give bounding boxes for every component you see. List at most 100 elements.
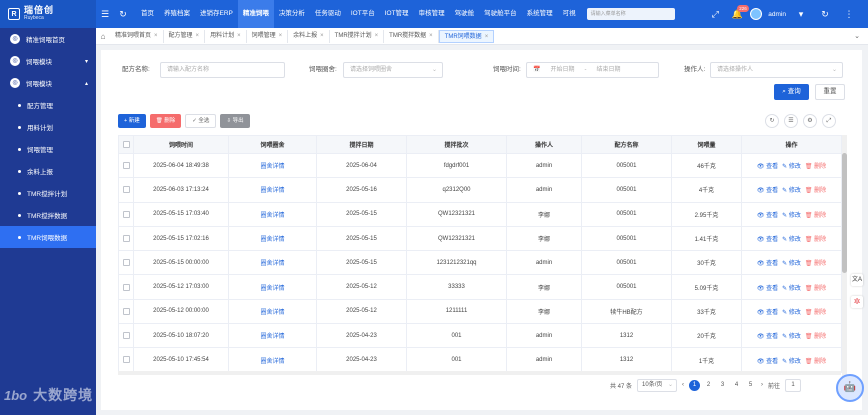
avatar[interactable] <box>750 8 763 20</box>
close-icon[interactable]: × <box>320 33 324 39</box>
page-number[interactable]: 3 <box>717 380 728 391</box>
edit-button[interactable]: ✎ 修改 <box>782 234 801 243</box>
delete-row-button[interactable]: 🗑 删除 <box>805 185 826 194</box>
notification-bell-icon[interactable]: 🔔 226 <box>730 4 749 20</box>
delete-row-button[interactable]: 🗑 删除 <box>805 161 826 170</box>
add-button[interactable]: + 新建 <box>118 114 146 128</box>
nav-item[interactable]: 决策分析 <box>274 0 310 28</box>
fullscreen-icon[interactable]: ⤢ <box>822 114 836 128</box>
barn-detail-link[interactable]: 圈舍详情 <box>260 359 284 365</box>
query-button[interactable]: ⌕ 查询 <box>774 84 809 100</box>
chevron-down-icon[interactable]: ▾ <box>792 9 810 20</box>
edit-button[interactable]: ✎ 修改 <box>782 283 801 292</box>
edit-button[interactable]: ✎ 修改 <box>782 185 801 194</box>
app-logo[interactable]: R 瑞倍创 Ruybeca <box>0 0 96 28</box>
barn-detail-link[interactable]: 圈舍详情 <box>260 261 284 267</box>
row-checkbox[interactable] <box>122 307 130 315</box>
close-icon[interactable]: × <box>429 33 433 39</box>
view-button[interactable]: 👁 查看 <box>757 307 778 316</box>
nav-item[interactable]: IOT管理 <box>380 0 414 28</box>
chevron-down-icon[interactable]: ⌄ <box>854 32 860 40</box>
nav-item[interactable]: 首页 <box>136 0 159 28</box>
barn-select[interactable]: 请选择饲喂圈舍 ⌄ <box>343 62 443 78</box>
row-checkbox[interactable] <box>122 186 130 194</box>
tab[interactable]: 用料计划 × <box>205 29 247 43</box>
row-checkbox[interactable] <box>122 259 130 267</box>
view-button[interactable]: 👁 查看 <box>757 161 778 170</box>
menu-search-input[interactable]: 请输入菜单名称 <box>586 8 675 20</box>
page-number[interactable]: 4 <box>731 380 742 391</box>
tab[interactable]: 精准饲喂首页 × <box>110 29 164 43</box>
date-range-picker[interactable]: 📅 开始日期 - 结束日期 <box>526 62 659 78</box>
select-all-button[interactable]: ✓ 全选 <box>185 114 217 128</box>
vertical-scrollbar[interactable] <box>842 135 847 379</box>
view-button[interactable]: 👁 查看 <box>757 331 778 340</box>
close-icon[interactable]: × <box>279 33 283 39</box>
settings-icon[interactable]: ⚙ <box>803 114 817 128</box>
view-button[interactable]: 👁 查看 <box>757 258 778 267</box>
barn-detail-link[interactable]: 圈舍详情 <box>260 237 284 243</box>
sidebar-group[interactable]: ◎ 精准饲喂首页 <box>0 28 96 50</box>
delete-button[interactable]: 🗑 删除 <box>149 114 182 128</box>
view-button[interactable]: 👁 查看 <box>757 210 778 219</box>
nav-item[interactable]: 任务驱动 <box>310 0 346 28</box>
plugin-icon[interactable]: ✲ <box>851 296 863 308</box>
sidebar-group[interactable]: ◎ 饲喂模块 ▾ <box>0 50 96 72</box>
home-icon[interactable]: ⌂ <box>96 32 110 41</box>
page-number[interactable]: 1 <box>689 379 701 391</box>
close-icon[interactable]: × <box>196 33 200 39</box>
row-checkbox[interactable] <box>122 210 130 218</box>
goto-page-input[interactable]: 1 <box>785 378 802 392</box>
barn-detail-link[interactable]: 圈舍详情 <box>260 213 284 219</box>
edit-button[interactable]: ✎ 修改 <box>782 307 801 316</box>
edit-button[interactable]: ✎ 修改 <box>782 161 801 170</box>
nav-item[interactable]: 精准饲喂 <box>237 0 274 28</box>
delete-row-button[interactable]: 🗑 删除 <box>805 234 826 243</box>
page-number[interactable]: 5 <box>745 380 756 391</box>
reload-icon[interactable]: ↻ <box>816 9 834 20</box>
sidebar-item[interactable]: 余料上报 <box>0 160 96 182</box>
row-checkbox[interactable] <box>122 332 130 340</box>
sidebar-item[interactable]: TMR饲喂数据 <box>0 226 96 248</box>
density-icon[interactable]: ☰ <box>784 114 798 128</box>
export-button[interactable]: ⇩ 导出 <box>220 114 250 128</box>
refresh-icon[interactable]: ↻ <box>114 9 132 20</box>
edit-button[interactable]: ✎ 修改 <box>782 331 801 340</box>
user-menu[interactable]: admin <box>768 11 786 18</box>
horizontal-scrollbar[interactable] <box>118 371 841 375</box>
nav-item[interactable]: 进销存ERP <box>195 0 238 28</box>
view-button[interactable]: 👁 查看 <box>757 356 778 365</box>
tab[interactable]: 配方管理 × <box>164 29 206 43</box>
recipe-name-input[interactable]: 请输入配方名称 <box>160 62 285 78</box>
edit-button[interactable]: ✎ 修改 <box>782 356 801 365</box>
delete-row-button[interactable]: 🗑 删除 <box>805 210 826 219</box>
refresh-icon[interactable]: ↻ <box>765 114 779 128</box>
close-icon[interactable]: × <box>375 33 379 39</box>
nav-item[interactable]: 可視 <box>558 0 581 28</box>
operator-select[interactable]: 请选择操作人 ⌄ <box>710 62 843 78</box>
nav-item[interactable]: 驾驶舱 <box>450 0 480 28</box>
reset-button[interactable]: 重置 <box>815 84 845 100</box>
sidebar-item[interactable]: 用料计划 <box>0 116 96 138</box>
nav-item[interactable]: IOT平台 <box>346 0 380 28</box>
tab[interactable]: TMR搅拌数据 × <box>384 29 439 43</box>
barn-detail-link[interactable]: 圈舍详情 <box>260 286 284 292</box>
delete-row-button[interactable]: 🗑 删除 <box>805 283 826 292</box>
row-checkbox[interactable] <box>122 283 130 291</box>
row-checkbox[interactable] <box>122 235 130 242</box>
row-checkbox[interactable] <box>122 162 130 170</box>
barn-detail-link[interactable]: 圈舍详情 <box>260 310 284 316</box>
delete-row-button[interactable]: 🗑 删除 <box>805 331 826 340</box>
menu-toggle-icon[interactable]: ☰ <box>96 9 114 20</box>
next-page-icon[interactable]: › <box>761 382 763 388</box>
row-checkbox[interactable] <box>122 356 130 364</box>
edit-button[interactable]: ✎ 修改 <box>782 258 801 267</box>
tab[interactable]: TMR饲喂数据 × <box>438 29 495 43</box>
barn-detail-link[interactable]: 圈舍详情 <box>260 334 284 340</box>
more-icon[interactable]: ⋮ <box>840 9 858 20</box>
nav-item[interactable]: 系统管理 <box>522 0 558 28</box>
sidebar-group[interactable]: ◎ 饲喂模块 ▴ <box>0 72 96 94</box>
edit-button[interactable]: ✎ 修改 <box>782 210 801 219</box>
fullscreen-icon[interactable]: ⤢ <box>706 9 724 20</box>
delete-row-button[interactable]: 🗑 删除 <box>805 356 826 365</box>
